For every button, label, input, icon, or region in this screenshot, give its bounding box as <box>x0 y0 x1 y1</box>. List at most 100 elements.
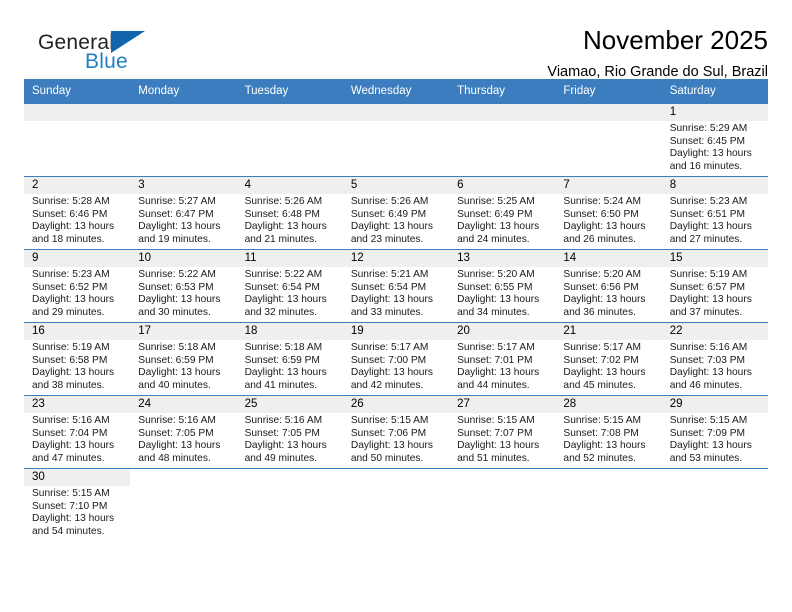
empty-day-number <box>24 104 131 121</box>
sunrise-time: Sunrise: 5:15 AM <box>350 415 429 426</box>
day-number: 22 <box>661 323 768 340</box>
calendar-day-cell[interactable]: 10 Sunrise: 5:22 AM Sunset: 6:53 PM Dayligh… <box>130 249 237 323</box>
calendar-week-row: 1 Sunrise: 5:29 AM Sunset: 6:45 PM Daylight… <box>24 103 768 177</box>
daylight-duration-line2: and 44 minutes. <box>457 379 530 391</box>
daylight-duration-line2: and 19 minutes. <box>138 233 211 245</box>
day-sun-info: Sunrise: 5:24 AM Sunset: 6:50 PM Daylight:… <box>555 194 661 246</box>
weekday-header-thursday: Thursday <box>449 79 556 104</box>
calendar-day-cell[interactable]: 15 Sunrise: 5:19 AM Sunset: 6:57 PM Dayligh… <box>661 249 768 323</box>
calendar-day-cell[interactable]: 9 Sunrise: 5:23 AM Sunset: 6:52 PM Daylight… <box>24 249 131 323</box>
day-number: 2 <box>24 177 131 194</box>
day-cell-inner: 3 Sunrise: 5:27 AM Sunset: 6:47 PM Daylight… <box>130 177 237 249</box>
day-number: 14 <box>555 250 662 267</box>
sunset-time: Sunset: 6:49 PM <box>350 208 427 220</box>
calendar-day-cell[interactable]: 30 Sunrise: 5:15 AM Sunset: 7:10 PM Dayligh… <box>24 468 131 542</box>
calendar-day-cell[interactable]: 21 Sunrise: 5:17 AM Sunset: 7:02 PM Dayligh… <box>555 322 662 396</box>
sunset-time: Sunset: 6:47 PM <box>138 208 214 220</box>
calendar-day-cell[interactable]: 22 Sunrise: 5:16 AM Sunset: 7:03 PM Dayligh… <box>661 322 768 396</box>
day-cell-inner: 25 Sunrise: 5:16 AM Sunset: 7:05 PM Dayligh… <box>236 396 343 468</box>
sunset-time: Sunset: 6:59 PM <box>138 354 214 366</box>
daylight-duration-line1: Daylight: 13 hours <box>563 440 646 452</box>
daylight-duration-line1: Daylight: 13 hours <box>563 367 646 379</box>
sunrise-time: Sunrise: 5:26 AM <box>350 196 429 207</box>
calendar-day-cell[interactable]: 7 Sunrise: 5:24 AM Sunset: 6:50 PM Daylight… <box>555 176 662 250</box>
day-number: 6 <box>449 177 556 194</box>
general-blue-logo[interactable]: General Blue <box>24 26 194 80</box>
calendar-day-cell[interactable]: 24 Sunrise: 5:16 AM Sunset: 7:05 PM Dayligh… <box>130 395 237 469</box>
sunset-time: Sunset: 6:52 PM <box>32 281 108 293</box>
day-number: 8 <box>661 177 768 194</box>
day-number: 23 <box>24 396 131 413</box>
sunrise-time: Sunrise: 5:27 AM <box>138 196 216 207</box>
calendar-day-cell[interactable]: 17 Sunrise: 5:18 AM Sunset: 6:59 PM Dayligh… <box>130 322 237 396</box>
day-sun-info: Sunrise: 5:28 AM Sunset: 6:46 PM Daylight:… <box>24 194 130 246</box>
calendar-day-cell[interactable]: 3 Sunrise: 5:27 AM Sunset: 6:47 PM Daylight… <box>130 176 237 250</box>
daylight-duration-line1: Daylight: 13 hours <box>457 221 540 233</box>
sunset-time: Sunset: 6:46 PM <box>32 208 108 220</box>
sunrise-time: Sunrise: 5:22 AM <box>138 269 216 280</box>
calendar-day-cell[interactable]: 4 Sunrise: 5:26 AM Sunset: 6:48 PM Daylight… <box>236 176 343 250</box>
calendar-day-cell[interactable]: 18 Sunrise: 5:18 AM Sunset: 6:59 PM Dayligh… <box>236 322 343 396</box>
sunrise-time: Sunrise: 5:29 AM <box>669 123 748 134</box>
sunrise-time: Sunrise: 5:19 AM <box>669 269 748 280</box>
sunset-time: Sunset: 6:58 PM <box>32 354 108 366</box>
day-number: 4 <box>236 177 343 194</box>
day-number: 9 <box>24 250 131 267</box>
calendar-blank-cell <box>661 468 768 542</box>
calendar-day-cell[interactable]: 28 Sunrise: 5:15 AM Sunset: 7:08 PM Dayligh… <box>555 395 662 469</box>
daylight-duration-line2: and 45 minutes. <box>563 379 636 391</box>
calendar-week-row: 30 Sunrise: 5:15 AM Sunset: 7:10 PM Dayligh… <box>24 468 768 542</box>
daylight-duration-line2: and 34 minutes. <box>457 306 530 318</box>
calendar-day-cell[interactable]: 2 Sunrise: 5:28 AM Sunset: 6:46 PM Daylight… <box>24 176 131 250</box>
empty-cell-inner <box>130 104 237 176</box>
daylight-duration-line1: Daylight: 13 hours <box>138 367 221 379</box>
calendar-day-cell[interactable]: 13 Sunrise: 5:20 AM Sunset: 6:55 PM Dayligh… <box>449 249 556 323</box>
calendar-day-cell[interactable]: 27 Sunrise: 5:15 AM Sunset: 7:07 PM Dayligh… <box>449 395 556 469</box>
daylight-duration-line1: Daylight: 13 hours <box>138 440 221 452</box>
day-number: 11 <box>236 250 343 267</box>
calendar-day-cell[interactable]: 16 Sunrise: 5:19 AM Sunset: 6:58 PM Dayligh… <box>24 322 131 396</box>
sunset-time: Sunset: 7:06 PM <box>350 427 427 439</box>
calendar-day-cell[interactable]: 26 Sunrise: 5:15 AM Sunset: 7:06 PM Dayligh… <box>342 395 450 469</box>
calendar-day-cell[interactable]: 23 Sunrise: 5:16 AM Sunset: 7:04 PM Dayligh… <box>24 395 131 469</box>
day-cell-inner: 6 Sunrise: 5:25 AM Sunset: 6:49 PM Daylight… <box>449 177 556 249</box>
day-sun-info: Sunrise: 5:15 AM Sunset: 7:08 PM Daylight:… <box>555 413 661 465</box>
calendar-day-cell[interactable]: 11 Sunrise: 5:22 AM Sunset: 6:54 PM Dayligh… <box>236 249 343 323</box>
day-cell-inner: 17 Sunrise: 5:18 AM Sunset: 6:59 PM Dayligh… <box>130 323 237 395</box>
sunrise-time: Sunrise: 5:18 AM <box>244 342 323 353</box>
daylight-duration-line1: Daylight: 13 hours <box>32 221 115 233</box>
sunset-time: Sunset: 6:51 PM <box>669 208 746 220</box>
calendar-day-cell[interactable]: 14 Sunrise: 5:20 AM Sunset: 6:56 PM Dayligh… <box>555 249 662 323</box>
sunrise-time: Sunrise: 5:24 AM <box>563 196 641 207</box>
sunset-time: Sunset: 6:57 PM <box>669 281 746 293</box>
daylight-duration-line1: Daylight: 13 hours <box>32 367 115 379</box>
calendar-body: 1 Sunrise: 5:29 AM Sunset: 6:45 PM Daylight… <box>24 103 768 542</box>
day-sun-info: Sunrise: 5:16 AM Sunset: 7:04 PM Daylight:… <box>24 413 130 465</box>
day-sun-info: Sunrise: 5:26 AM Sunset: 6:48 PM Daylight:… <box>237 194 343 246</box>
sunrise-time: Sunrise: 5:15 AM <box>32 488 110 499</box>
sunset-time: Sunset: 6:53 PM <box>138 281 214 293</box>
day-number: 10 <box>130 250 237 267</box>
calendar-day-cell[interactable]: 20 Sunrise: 5:17 AM Sunset: 7:01 PM Dayligh… <box>449 322 556 396</box>
calendar-day-cell[interactable]: 6 Sunrise: 5:25 AM Sunset: 6:49 PM Daylight… <box>449 176 556 250</box>
calendar-day-cell[interactable]: 12 Sunrise: 5:21 AM Sunset: 6:54 PM Dayligh… <box>342 249 450 323</box>
calendar-blank-cell <box>130 468 237 542</box>
day-cell-inner: 13 Sunrise: 5:20 AM Sunset: 6:55 PM Dayligh… <box>449 250 556 322</box>
day-cell-inner: 2 Sunrise: 5:28 AM Sunset: 6:46 PM Daylight… <box>24 177 131 249</box>
day-cell-inner: 19 Sunrise: 5:17 AM Sunset: 7:00 PM Dayligh… <box>342 323 450 395</box>
calendar-day-cell[interactable]: 29 Sunrise: 5:15 AM Sunset: 7:09 PM Dayligh… <box>661 395 768 469</box>
day-number: 25 <box>236 396 343 413</box>
calendar-day-cell[interactable]: 8 Sunrise: 5:23 AM Sunset: 6:51 PM Daylight… <box>661 176 768 250</box>
sunset-time: Sunset: 6:54 PM <box>350 281 427 293</box>
day-cell-inner: 10 Sunrise: 5:22 AM Sunset: 6:53 PM Dayligh… <box>130 250 237 322</box>
sunrise-time: Sunrise: 5:19 AM <box>32 342 110 353</box>
day-number: 15 <box>661 250 768 267</box>
calendar-day-cell[interactable]: 19 Sunrise: 5:17 AM Sunset: 7:00 PM Dayligh… <box>342 322 450 396</box>
sunrise-time: Sunrise: 5:25 AM <box>457 196 535 207</box>
day-cell-inner: 5 Sunrise: 5:26 AM Sunset: 6:49 PM Daylight… <box>342 177 450 249</box>
sunrise-time: Sunrise: 5:17 AM <box>563 342 641 353</box>
sunset-time: Sunset: 7:07 PM <box>457 427 533 439</box>
calendar-day-cell[interactable]: 1 Sunrise: 5:29 AM Sunset: 6:45 PM Daylight… <box>661 103 768 177</box>
calendar-day-cell[interactable]: 25 Sunrise: 5:16 AM Sunset: 7:05 PM Dayligh… <box>236 395 343 469</box>
calendar-day-cell[interactable]: 5 Sunrise: 5:26 AM Sunset: 6:49 PM Daylight… <box>342 176 450 250</box>
